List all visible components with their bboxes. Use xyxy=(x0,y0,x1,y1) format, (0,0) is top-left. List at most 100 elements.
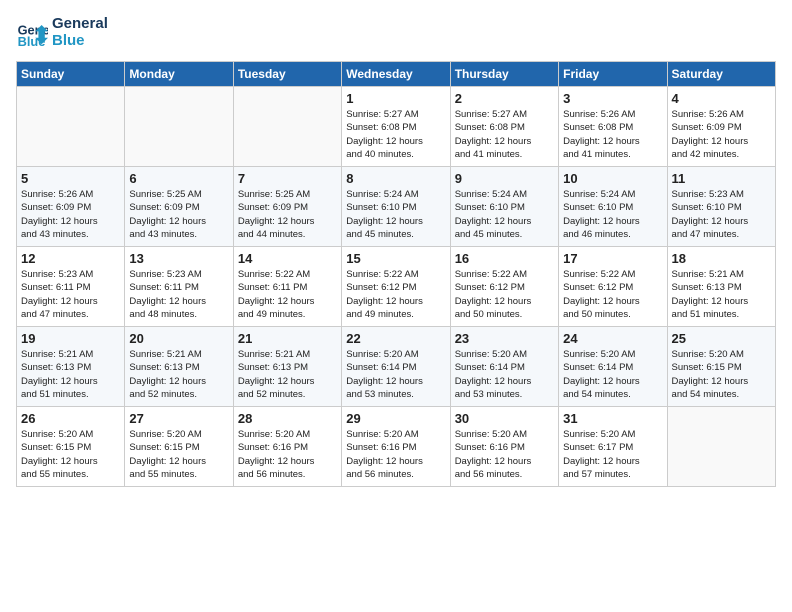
calendar-cell: 10Sunrise: 5:24 AM Sunset: 6:10 PM Dayli… xyxy=(559,167,667,247)
day-number: 6 xyxy=(129,171,228,186)
day-info: Sunrise: 5:22 AM Sunset: 6:12 PM Dayligh… xyxy=(346,268,445,321)
day-header-monday: Monday xyxy=(125,62,233,87)
day-info: Sunrise: 5:26 AM Sunset: 6:08 PM Dayligh… xyxy=(563,108,662,161)
day-header-saturday: Saturday xyxy=(667,62,775,87)
day-info: Sunrise: 5:20 AM Sunset: 6:17 PM Dayligh… xyxy=(563,428,662,481)
calendar-cell: 12Sunrise: 5:23 AM Sunset: 6:11 PM Dayli… xyxy=(17,247,125,327)
day-number: 16 xyxy=(455,251,554,266)
calendar-cell xyxy=(125,87,233,167)
day-number: 10 xyxy=(563,171,662,186)
day-number: 31 xyxy=(563,411,662,426)
calendar-cell: 8 Sunrise: 5:24 AM Sunset: 6:10 PM Daylig… xyxy=(342,167,450,247)
calendar-cell: 30 Sunrise: 5:20 AM Sunset: 6:16 PM Dayli… xyxy=(450,407,558,487)
day-number: 4 xyxy=(672,91,771,106)
calendar-cell: 2 Sunrise: 5:27 AM Sunset: 6:08 PM Daylig… xyxy=(450,87,558,167)
calendar-cell: 6 Sunrise: 5:25 AM Sunset: 6:09 PM Daylig… xyxy=(125,167,233,247)
calendar-cell: 19 Sunrise: 5:21 AM Sunset: 6:13 PM Dayli… xyxy=(17,327,125,407)
day-info: Sunrise: 5:20 AM Sunset: 6:14 PM Dayligh… xyxy=(563,348,662,401)
calendar-cell: 31 Sunrise: 5:20 AM Sunset: 6:17 PM Dayli… xyxy=(559,407,667,487)
day-number: 23 xyxy=(455,331,554,346)
calendar-cell: 14 Sunrise: 5:22 AM Sunset: 6:11 PM Dayli… xyxy=(233,247,341,327)
calendar-cell: 29 Sunrise: 5:20 AM Sunset: 6:16 PM Dayli… xyxy=(342,407,450,487)
day-number: 2 xyxy=(455,91,554,106)
calendar-cell: 5Sunrise: 5:26 AM Sunset: 6:09 PM Daylig… xyxy=(17,167,125,247)
day-info: Sunrise: 5:27 AM Sunset: 6:08 PM Dayligh… xyxy=(346,108,445,161)
day-info: Sunrise: 5:20 AM Sunset: 6:16 PM Dayligh… xyxy=(455,428,554,481)
day-header-wednesday: Wednesday xyxy=(342,62,450,87)
calendar-cell: 3 Sunrise: 5:26 AM Sunset: 6:08 PM Daylig… xyxy=(559,87,667,167)
day-header-friday: Friday xyxy=(559,62,667,87)
day-number: 20 xyxy=(129,331,228,346)
day-number: 19 xyxy=(21,331,120,346)
day-number: 3 xyxy=(563,91,662,106)
calendar-cell: 16 Sunrise: 5:22 AM Sunset: 6:12 PM Dayli… xyxy=(450,247,558,327)
day-info: Sunrise: 5:20 AM Sunset: 6:14 PM Dayligh… xyxy=(346,348,445,401)
calendar-cell: 22 Sunrise: 5:20 AM Sunset: 6:14 PM Dayli… xyxy=(342,327,450,407)
day-number: 17 xyxy=(563,251,662,266)
day-number: 27 xyxy=(129,411,228,426)
day-info: Sunrise: 5:22 AM Sunset: 6:12 PM Dayligh… xyxy=(455,268,554,321)
day-info: Sunrise: 5:20 AM Sunset: 6:14 PM Dayligh… xyxy=(455,348,554,401)
day-info: Sunrise: 5:21 AM Sunset: 6:13 PM Dayligh… xyxy=(129,348,228,401)
day-info: Sunrise: 5:27 AM Sunset: 6:08 PM Dayligh… xyxy=(455,108,554,161)
day-info: Sunrise: 5:20 AM Sunset: 6:16 PM Dayligh… xyxy=(346,428,445,481)
calendar-cell: 15Sunrise: 5:22 AM Sunset: 6:12 PM Dayli… xyxy=(342,247,450,327)
day-info: Sunrise: 5:21 AM Sunset: 6:13 PM Dayligh… xyxy=(21,348,120,401)
day-number: 25 xyxy=(672,331,771,346)
day-info: Sunrise: 5:23 AM Sunset: 6:11 PM Dayligh… xyxy=(21,268,120,321)
day-number: 26 xyxy=(21,411,120,426)
calendar-table: SundayMondayTuesdayWednesdayThursdayFrid… xyxy=(16,61,776,487)
calendar-cell xyxy=(667,407,775,487)
day-info: Sunrise: 5:22 AM Sunset: 6:12 PM Dayligh… xyxy=(563,268,662,321)
day-info: Sunrise: 5:20 AM Sunset: 6:16 PM Dayligh… xyxy=(238,428,337,481)
calendar-cell: 18 Sunrise: 5:21 AM Sunset: 6:13 PM Dayli… xyxy=(667,247,775,327)
day-number: 22 xyxy=(346,331,445,346)
day-info: Sunrise: 5:22 AM Sunset: 6:11 PM Dayligh… xyxy=(238,268,337,321)
day-number: 11 xyxy=(672,171,771,186)
day-info: Sunrise: 5:20 AM Sunset: 6:15 PM Dayligh… xyxy=(129,428,228,481)
day-info: Sunrise: 5:24 AM Sunset: 6:10 PM Dayligh… xyxy=(455,188,554,241)
calendar-cell: 11 Sunrise: 5:23 AM Sunset: 6:10 PM Dayli… xyxy=(667,167,775,247)
day-number: 14 xyxy=(238,251,337,266)
day-info: Sunrise: 5:25 AM Sunset: 6:09 PM Dayligh… xyxy=(129,188,228,241)
day-info: Sunrise: 5:21 AM Sunset: 6:13 PM Dayligh… xyxy=(238,348,337,401)
day-header-thursday: Thursday xyxy=(450,62,558,87)
day-info: Sunrise: 5:20 AM Sunset: 6:15 PM Dayligh… xyxy=(672,348,771,401)
calendar-cell: 1 Sunrise: 5:27 AM Sunset: 6:08 PM Daylig… xyxy=(342,87,450,167)
calendar-cell: 24 Sunrise: 5:20 AM Sunset: 6:14 PM Dayli… xyxy=(559,327,667,407)
day-number: 13 xyxy=(129,251,228,266)
logo-icon: General Blue xyxy=(16,17,48,49)
calendar-cell: 28 Sunrise: 5:20 AM Sunset: 6:16 PM Dayli… xyxy=(233,407,341,487)
logo: General Blue General Blue xyxy=(16,16,108,49)
header: General Blue General Blue xyxy=(16,16,776,49)
calendar-cell xyxy=(233,87,341,167)
day-number: 7 xyxy=(238,171,337,186)
calendar-cell: 23 Sunrise: 5:20 AM Sunset: 6:14 PM Dayli… xyxy=(450,327,558,407)
day-number: 1 xyxy=(346,91,445,106)
calendar-cell: 20 Sunrise: 5:21 AM Sunset: 6:13 PM Dayli… xyxy=(125,327,233,407)
calendar-cell: 27 Sunrise: 5:20 AM Sunset: 6:15 PM Dayli… xyxy=(125,407,233,487)
day-number: 9 xyxy=(455,171,554,186)
calendar-cell: 25 Sunrise: 5:20 AM Sunset: 6:15 PM Dayli… xyxy=(667,327,775,407)
day-number: 28 xyxy=(238,411,337,426)
day-number: 29 xyxy=(346,411,445,426)
day-number: 18 xyxy=(672,251,771,266)
calendar-cell: 7 Sunrise: 5:25 AM Sunset: 6:09 PM Daylig… xyxy=(233,167,341,247)
day-number: 24 xyxy=(563,331,662,346)
calendar-cell: 4 Sunrise: 5:26 AM Sunset: 6:09 PM Daylig… xyxy=(667,87,775,167)
day-number: 8 xyxy=(346,171,445,186)
day-info: Sunrise: 5:26 AM Sunset: 6:09 PM Dayligh… xyxy=(672,108,771,161)
calendar-cell: 9 Sunrise: 5:24 AM Sunset: 6:10 PM Daylig… xyxy=(450,167,558,247)
day-info: Sunrise: 5:23 AM Sunset: 6:10 PM Dayligh… xyxy=(672,188,771,241)
day-info: Sunrise: 5:25 AM Sunset: 6:09 PM Dayligh… xyxy=(238,188,337,241)
day-info: Sunrise: 5:21 AM Sunset: 6:13 PM Dayligh… xyxy=(672,268,771,321)
day-info: Sunrise: 5:26 AM Sunset: 6:09 PM Dayligh… xyxy=(21,188,120,241)
day-info: Sunrise: 5:24 AM Sunset: 6:10 PM Dayligh… xyxy=(346,188,445,241)
day-number: 30 xyxy=(455,411,554,426)
day-number: 21 xyxy=(238,331,337,346)
calendar-cell: 26 Sunrise: 5:20 AM Sunset: 6:15 PM Dayli… xyxy=(17,407,125,487)
logo-wordmark: General Blue xyxy=(52,16,108,49)
day-info: Sunrise: 5:20 AM Sunset: 6:15 PM Dayligh… xyxy=(21,428,120,481)
day-header-sunday: Sunday xyxy=(17,62,125,87)
calendar-cell: 21 Sunrise: 5:21 AM Sunset: 6:13 PM Dayli… xyxy=(233,327,341,407)
